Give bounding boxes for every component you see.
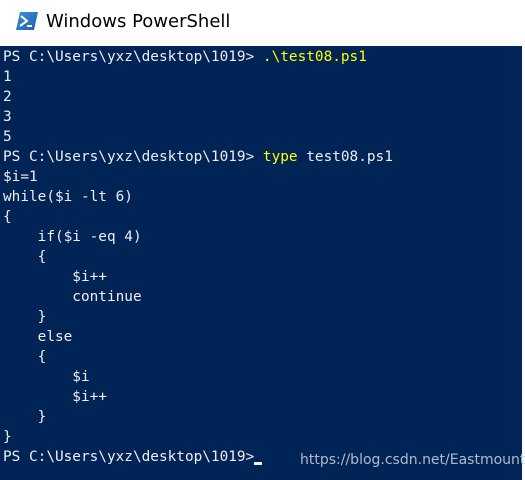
console-line-text: } — [3, 309, 47, 325]
watermark-text: https://blog.csdn.net/Eastmount — [300, 452, 525, 468]
console-line: $i=1 — [3, 167, 393, 187]
console-line-text: { — [3, 349, 47, 365]
console-line-text: PS C:\Users\yxz\desktop\1019> — [3, 449, 255, 465]
console-line-text: else — [3, 329, 73, 345]
window-title: Windows PowerShell — [46, 11, 231, 32]
console-command: .\test08.ps1 — [262, 49, 367, 65]
console-line-text: 3 — [3, 109, 12, 125]
console-line: { — [3, 207, 393, 227]
console-line-text: } — [3, 429, 12, 445]
console-line-text: if($i -eq 4) — [3, 229, 142, 245]
console-command: type — [262, 149, 298, 165]
console-line: else — [3, 327, 393, 347]
console-line-text: $i=1 — [3, 169, 38, 185]
powershell-window: Windows PowerShell PS C:\Users\yxz\deskt… — [0, 0, 525, 480]
console-line: PS C:\Users\yxz\desktop\1019> .\test08.p… — [3, 47, 393, 67]
console-line: } — [3, 407, 393, 427]
console-line: 1 — [3, 67, 393, 87]
console-line: 5 — [3, 127, 393, 147]
console-line-text: $i — [3, 369, 90, 385]
text-cursor — [254, 462, 263, 465]
console-line-text: while($i -lt 6) — [3, 189, 133, 205]
console-line: 2 — [3, 87, 393, 107]
console-line: while($i -lt 6) — [3, 187, 393, 207]
console-line: 3 — [3, 107, 393, 127]
console-line-text: 5 — [3, 129, 12, 145]
console-line: PS C:\Users\yxz\desktop\1019> type test0… — [3, 147, 393, 167]
console-line: $i — [3, 367, 393, 387]
console-line: { — [3, 247, 393, 267]
title-bar[interactable]: Windows PowerShell — [0, 0, 525, 46]
console-line: $i++ — [3, 267, 393, 287]
console-argument: test08.ps1 — [297, 149, 393, 165]
console-line-text: $i++ — [3, 269, 107, 285]
console-line: continue — [3, 287, 393, 307]
powershell-icon — [16, 12, 38, 30]
console-line: if($i -eq 4) — [3, 227, 393, 247]
console-lines: PS C:\Users\yxz\desktop\1019> .\test08.p… — [3, 47, 393, 467]
console-line-text: PS C:\Users\yxz\desktop\1019> — [3, 49, 263, 65]
console-line-text: continue — [3, 289, 142, 305]
console-output[interactable]: PS C:\Users\yxz\desktop\1019> .\test08.p… — [0, 46, 522, 480]
console-line: } — [3, 307, 393, 327]
console-line-text: 2 — [3, 89, 12, 105]
console-line-text: { — [3, 249, 47, 265]
console-line: { — [3, 347, 393, 367]
console-line: $i++ — [3, 387, 393, 407]
console-line-text: } — [3, 409, 47, 425]
console-line-text: { — [3, 209, 12, 225]
console-line-text: $i++ — [3, 389, 107, 405]
console-line-text: 1 — [3, 69, 12, 85]
console-line: } — [3, 427, 393, 447]
console-line-text: PS C:\Users\yxz\desktop\1019> — [3, 149, 263, 165]
